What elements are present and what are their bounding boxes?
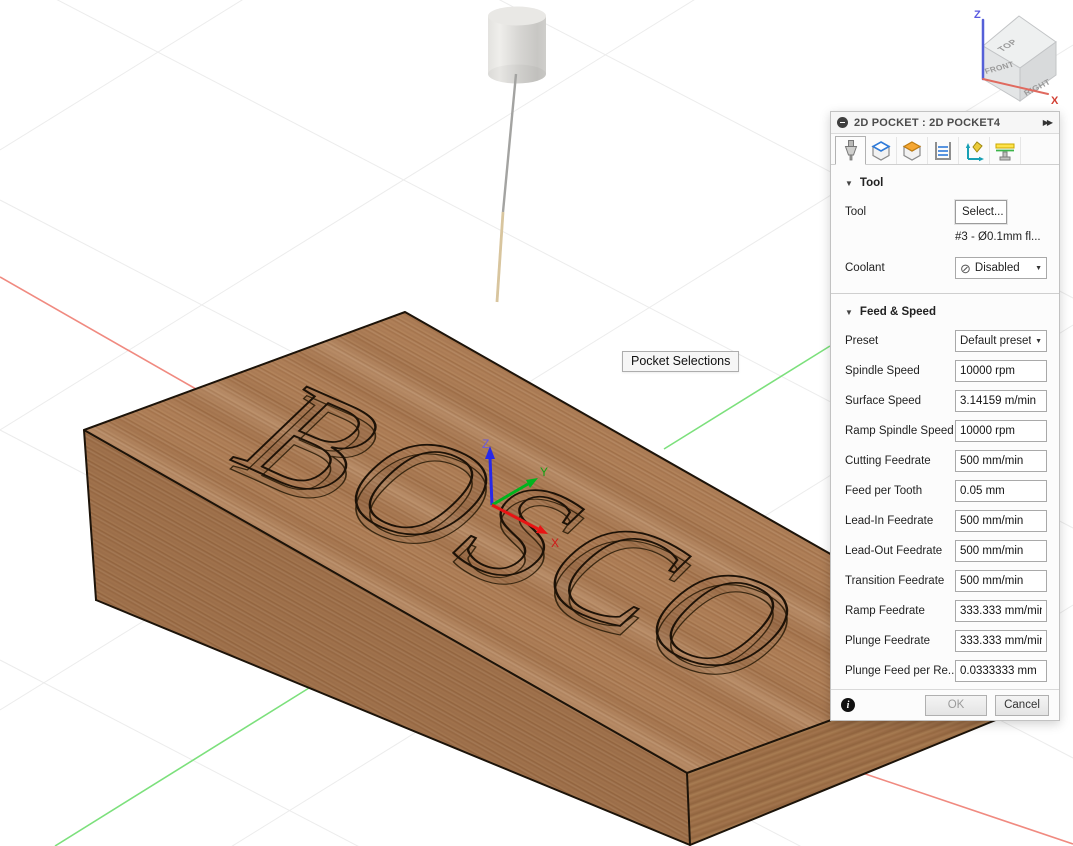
triad-y-label: Y bbox=[540, 465, 548, 479]
stock-contour-icon bbox=[992, 138, 1018, 164]
expand-panel-icon[interactable]: ▶▶ bbox=[1043, 118, 1053, 127]
coolant-dropdown[interactable]: ⊘ Disabled ▼ bbox=[955, 257, 1047, 279]
2d-pocket-dialog: 2D POCKET : 2D POCKET4 ▶▶ bbox=[830, 111, 1060, 721]
feed-per-tooth-input[interactable] bbox=[955, 480, 1047, 502]
tool-row: Tool Select... bbox=[845, 201, 1045, 223]
surface-speed-row: Surface Speed bbox=[845, 390, 1045, 412]
field-label: Spindle Speed bbox=[845, 365, 955, 377]
triad-z-label: Z bbox=[482, 437, 489, 451]
dialog-header[interactable]: 2D POCKET : 2D POCKET4 ▶▶ bbox=[831, 112, 1059, 134]
coolant-value: Disabled bbox=[975, 262, 1031, 274]
tool-label: Tool bbox=[845, 206, 955, 218]
lead-in-feedrate-input[interactable] bbox=[955, 510, 1047, 532]
viewcube-x-axis-label: X bbox=[1051, 95, 1059, 107]
field-label: Plunge Feedrate bbox=[845, 635, 955, 647]
collapse-icon[interactable] bbox=[837, 117, 848, 128]
feed-speed-section-title: Feed & Speed bbox=[860, 306, 936, 318]
spindle-speed-input[interactable] bbox=[955, 360, 1047, 382]
chevron-down-icon: ▼ bbox=[1035, 265, 1042, 272]
surface-speed-input[interactable] bbox=[955, 390, 1047, 412]
section-divider bbox=[831, 293, 1059, 294]
tab-geometry[interactable] bbox=[866, 137, 897, 164]
tab-tool[interactable] bbox=[835, 136, 866, 165]
preset-value: Default preset bbox=[960, 335, 1031, 347]
tab-linking[interactable] bbox=[959, 137, 990, 164]
plunge-feed-per-rev-input[interactable] bbox=[955, 660, 1047, 682]
section-collapse-caret-icon: ▼ bbox=[845, 179, 853, 188]
cutting-feedrate-row: Cutting Feedrate bbox=[845, 450, 1045, 472]
lead-out-feedrate-input[interactable] bbox=[955, 540, 1047, 562]
pocket-selections-tag[interactable]: Pocket Selections bbox=[622, 351, 739, 372]
field-label: Cutting Feedrate bbox=[845, 455, 955, 467]
tool-section-header[interactable]: ▼ Tool bbox=[845, 177, 1045, 189]
field-label: Plunge Feed per Re... bbox=[845, 665, 955, 677]
cancel-button[interactable]: Cancel bbox=[995, 695, 1049, 716]
coolant-disabled-icon: ⊘ bbox=[960, 262, 971, 275]
tool-shank bbox=[503, 74, 516, 212]
dialog-footer: i OK Cancel bbox=[831, 689, 1059, 720]
ok-button[interactable]: OK bbox=[925, 695, 987, 716]
ramp-spindle-speed-row: Ramp Spindle Speed bbox=[845, 420, 1045, 442]
ramp-spindle-speed-input[interactable] bbox=[955, 420, 1047, 442]
triad-x-label: X bbox=[551, 536, 559, 550]
field-label: Surface Speed bbox=[845, 395, 955, 407]
tab-passes[interactable] bbox=[928, 137, 959, 164]
spindle-speed-row: Spindle Speed bbox=[845, 360, 1045, 382]
lead-out-feedrate-row: Lead-Out Feedrate bbox=[845, 540, 1045, 562]
field-label: Ramp Feedrate bbox=[845, 605, 955, 617]
tool-section-title: Tool bbox=[860, 177, 883, 189]
transition-feedrate-input[interactable] bbox=[955, 570, 1047, 592]
plunge-feedrate-row: Plunge Feedrate bbox=[845, 630, 1045, 652]
tool-select-button[interactable]: Select... bbox=[955, 200, 1007, 224]
preset-dropdown[interactable]: Default preset ▼ bbox=[955, 330, 1047, 352]
passes-icon bbox=[930, 138, 956, 164]
tool-icon bbox=[838, 138, 864, 164]
info-icon[interactable]: i bbox=[841, 698, 855, 712]
transition-feedrate-row: Transition Feedrate bbox=[845, 570, 1045, 592]
tab-heights[interactable] bbox=[897, 137, 928, 164]
section-collapse-caret-icon: ▼ bbox=[845, 308, 853, 317]
dialog-body: ▼ Tool Tool Select... #3 - Ø0.1mm fl... … bbox=[831, 165, 1059, 689]
viewcube-z-axis-label: Z bbox=[974, 9, 981, 21]
lead-in-feedrate-row: Lead-In Feedrate bbox=[845, 510, 1045, 532]
viewcube[interactable]: TOP FRONT RIGHT Z X bbox=[974, 9, 1059, 107]
feed-per-tooth-row: Feed per Tooth bbox=[845, 480, 1045, 502]
coolant-row: Coolant ⊘ Disabled ▼ bbox=[845, 257, 1045, 279]
plunge-feed-per-rev-row: Plunge Feed per Re... bbox=[845, 660, 1045, 682]
chevron-down-icon: ▼ bbox=[1035, 338, 1042, 345]
selected-tool-description: #3 - Ø0.1mm fl... bbox=[955, 231, 1045, 247]
coolant-label: Coolant bbox=[845, 262, 955, 274]
field-label: Preset bbox=[845, 335, 955, 347]
feed-speed-section-header[interactable]: ▼ Feed & Speed bbox=[845, 306, 1045, 318]
dialog-tab-strip bbox=[831, 134, 1059, 165]
tool-flute bbox=[497, 212, 503, 302]
field-label: Lead-Out Feedrate bbox=[845, 545, 955, 557]
heights-icon bbox=[899, 138, 925, 164]
ramp-feedrate-input[interactable] bbox=[955, 600, 1047, 622]
preset-row: Preset Default preset ▼ bbox=[845, 330, 1045, 352]
tab-stock-contour[interactable] bbox=[990, 137, 1021, 164]
field-label: Transition Feedrate bbox=[845, 575, 955, 587]
geometry-icon bbox=[868, 138, 894, 164]
field-label: Feed per Tooth bbox=[845, 485, 955, 497]
cutting-feedrate-input[interactable] bbox=[955, 450, 1047, 472]
field-label: Ramp Spindle Speed bbox=[845, 425, 955, 437]
plunge-feedrate-input[interactable] bbox=[955, 630, 1047, 652]
cam-application-window: BOSCO BOSCO Z Y X bbox=[0, 0, 1073, 846]
cutting-tool[interactable] bbox=[488, 7, 546, 303]
field-label: Lead-In Feedrate bbox=[845, 515, 955, 527]
dialog-title: 2D POCKET : 2D POCKET4 bbox=[854, 117, 1037, 129]
linking-icon bbox=[961, 138, 987, 164]
ramp-feedrate-row: Ramp Feedrate bbox=[845, 600, 1045, 622]
